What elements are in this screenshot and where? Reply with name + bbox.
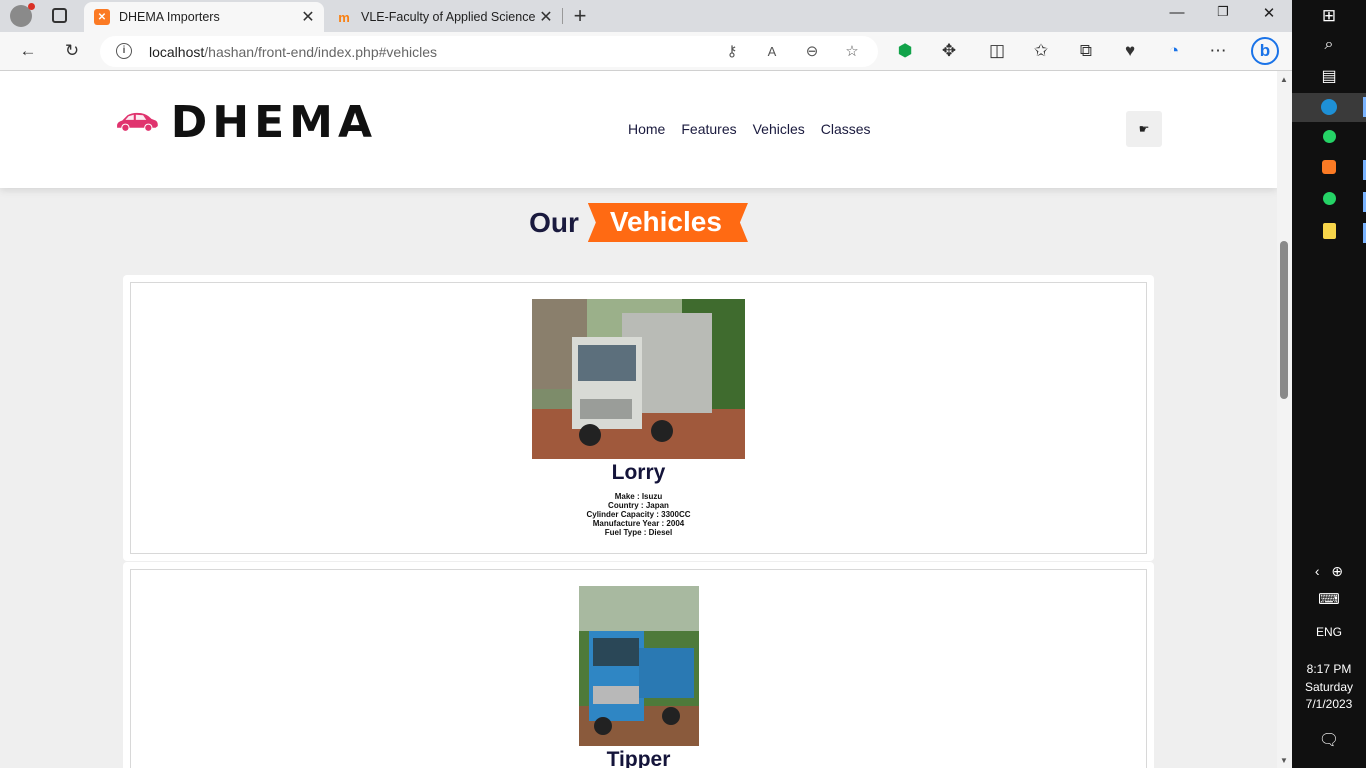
scroll-down-icon[interactable]: ▼: [1280, 756, 1288, 765]
network-globe-icon[interactable]: ⊕: [1331, 563, 1343, 579]
split-screen-icon[interactable]: ◫: [986, 40, 1008, 62]
more-options-icon[interactable]: ⋯: [1207, 40, 1229, 62]
spec-manufacture-year: Manufacture Year : 2004: [592, 519, 685, 528]
vehicle-name: Lorry: [611, 461, 666, 484]
browser-toolbar: ← ↻ i localhost/hashan/front-end/index.p…: [0, 32, 1292, 71]
back-icon[interactable]: ←: [17, 40, 39, 62]
nav-features[interactable]: Features: [681, 121, 736, 137]
scroll-thumb[interactable]: [1280, 241, 1288, 399]
chevron-left-icon[interactable]: ‹: [1315, 563, 1320, 579]
windows-start-icon[interactable]: ⊞: [1292, 6, 1366, 26]
spec-country: Country : Japan: [608, 501, 669, 510]
edge-taskbar-icon[interactable]: [1292, 93, 1366, 122]
spec-fuel-type: Fuel Type : Diesel: [604, 528, 673, 537]
task-view-icon[interactable]: ▤: [1292, 66, 1366, 86]
close-tab-icon[interactable]: ✕: [536, 7, 556, 27]
nav-vehicles[interactable]: Vehicles: [753, 121, 805, 137]
browser-tab-strip: ✕ DHEMA Importers ✕ m VLE-Faculty of App…: [0, 0, 1292, 32]
language-indicator[interactable]: ENG: [1292, 625, 1366, 639]
main-nav: Home Features Vehicles Classes: [628, 121, 871, 137]
lorry-photo: [532, 299, 745, 459]
favorites-icon[interactable]: ✩: [1030, 40, 1052, 62]
zoom-out-icon[interactable]: ⊖: [802, 42, 822, 62]
tray-icons: ‹ ⊕: [1292, 563, 1366, 580]
extensions-icon[interactable]: ✥: [938, 40, 960, 62]
tab-title: VLE-Faculty of Applied Science: L: [361, 10, 536, 24]
spec-cylinder-capacity: Cylinder Capacity : 3300CC: [586, 510, 691, 519]
page-scrollbar[interactable]: ▲ ▼: [1277, 71, 1292, 768]
spec-make: Make : Isuzu: [614, 492, 663, 501]
car-logo-icon: [117, 112, 158, 132]
restore-icon[interactable]: ❐: [1200, 4, 1246, 20]
keyboard-icon[interactable]: ⌨: [1292, 590, 1366, 608]
tab-separator: [562, 8, 563, 24]
vehicle-specs: Make : Isuzu Country : Japan Cylinder Ca…: [131, 492, 1146, 537]
notifications-icon[interactable]: 🗨: [1292, 730, 1366, 750]
site-header: DHEMA Home Features Vehicles Classes ☛: [0, 71, 1277, 188]
scroll-up-icon[interactable]: ▲: [1280, 75, 1288, 84]
xampp-taskbar-icon[interactable]: [1292, 160, 1366, 182]
url-text[interactable]: localhost/hashan/front-end/index.php#veh…: [149, 44, 437, 60]
shield-icon[interactable]: ⬢: [894, 40, 916, 62]
tab-actions-icon[interactable]: [52, 8, 67, 23]
whatsapp-icon[interactable]: [1292, 192, 1366, 212]
read-aloud-icon[interactable]: A: [762, 42, 782, 62]
collections-icon[interactable]: ⧉: [1075, 40, 1097, 62]
xampp-icon: ✕: [94, 9, 110, 25]
performance-icon[interactable]: ◔: [1163, 40, 1185, 62]
site-logo[interactable]: DHEMA: [115, 89, 377, 155]
close-tab-icon[interactable]: ✕: [298, 7, 318, 27]
section-title: Our Vehicles: [0, 203, 1277, 242]
logo-text: DHEMA: [170, 96, 377, 148]
vehicle-card: Lorry Make : Isuzu Country : Japan Cylin…: [123, 275, 1154, 561]
vehicle-name: Tipper: [606, 748, 671, 768]
nav-home[interactable]: Home: [628, 121, 665, 137]
pointing-hand-icon[interactable]: ☛: [1126, 111, 1162, 147]
favorite-star-icon[interactable]: ☆: [842, 42, 862, 62]
tipper-photo: [578, 586, 699, 746]
vehicle-card: Tipper: [123, 562, 1154, 768]
sticky-notes-icon[interactable]: [1292, 223, 1366, 245]
clock-time[interactable]: 8:17 PM: [1292, 662, 1366, 676]
windows-taskbar: ⊞ ⌕ ▤ ‹ ⊕ ⌨ ENG 8:17 PM Saturday 7/1/202…: [1292, 0, 1366, 768]
refresh-icon[interactable]: ↻: [61, 40, 83, 62]
title-plain: Our: [529, 206, 579, 238]
tab-dhema-importers[interactable]: ✕ DHEMA Importers ✕: [84, 2, 324, 32]
tab-title: DHEMA Importers: [119, 10, 220, 24]
profile-avatar-icon[interactable]: [10, 3, 35, 27]
site-info-icon[interactable]: i: [116, 43, 132, 59]
moodle-icon: m: [338, 9, 350, 25]
search-icon[interactable]: ⌕: [1292, 36, 1366, 54]
address-bar[interactable]: i localhost/hashan/front-end/index.php#v…: [100, 36, 878, 67]
vehicle-card-inner: Tipper: [130, 569, 1147, 768]
whatsapp-icon[interactable]: [1292, 130, 1366, 150]
bing-copilot-icon[interactable]: b: [1251, 37, 1279, 65]
browser-essentials-icon[interactable]: ♥: [1119, 40, 1141, 62]
nav-classes[interactable]: Classes: [821, 121, 871, 137]
clock-date: 7/1/2023: [1305, 697, 1353, 711]
clock-day: Saturday: [1304, 680, 1354, 694]
tab-vle-faculty[interactable]: m VLE-Faculty of Applied Science: L ✕: [326, 2, 562, 32]
title-highlight: Vehicles: [587, 203, 748, 242]
vehicle-card-inner: Lorry Make : Isuzu Country : Japan Cylin…: [130, 282, 1147, 554]
new-tab-icon[interactable]: +: [569, 3, 591, 29]
page-viewport: DHEMA Home Features Vehicles Classes ☛ O…: [0, 71, 1277, 768]
key-icon[interactable]: ⚷: [722, 42, 742, 62]
close-window-icon[interactable]: ✕: [1246, 4, 1292, 22]
minimize-icon[interactable]: —: [1154, 4, 1200, 21]
